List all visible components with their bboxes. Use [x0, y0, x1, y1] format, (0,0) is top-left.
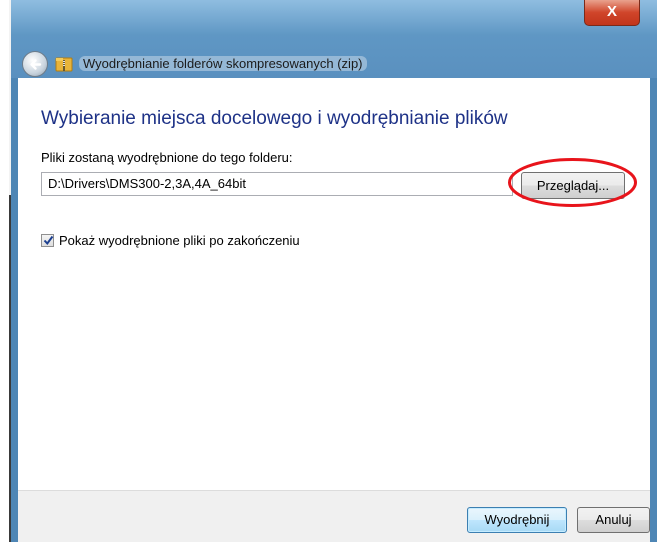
- checkmark-icon: [43, 235, 54, 246]
- back-arrow-icon: [30, 59, 42, 70]
- zip-folder-icon: [55, 57, 73, 72]
- close-button[interactable]: X: [584, 0, 640, 26]
- page-title: Wybieranie miejsca docelowego i wyodrębn…: [41, 108, 508, 129]
- title-bar: X Wyodrębnianie folderów skompresowanych…: [11, 0, 657, 78]
- show-files-label: Pokaż wyodrębnione pliki po zakończeniu: [59, 233, 300, 248]
- back-button[interactable]: [22, 51, 48, 77]
- show-files-checkbox[interactable]: [41, 234, 54, 247]
- extract-dialog: X Wyodrębnianie folderów skompresowanych…: [11, 0, 657, 542]
- browse-button[interactable]: Przeglądaj...: [521, 172, 625, 199]
- destination-path-field[interactable]: D:\Drivers\DMS300-2,3A,4A_64bit: [41, 172, 513, 196]
- dialog-footer: Wyodrębnij Anuluj: [18, 490, 650, 542]
- cancel-button[interactable]: Anuluj: [577, 507, 650, 533]
- main-panel: Wybieranie miejsca docelowego i wyodrębn…: [18, 78, 650, 490]
- window-title: Wyodrębnianie folderów skompresowanych (…: [79, 56, 367, 71]
- destination-label: Pliki zostaną wyodrębnione do tego folde…: [41, 150, 293, 165]
- extract-button[interactable]: Wyodrębnij: [467, 507, 567, 533]
- background-window-edge: [0, 0, 9, 542]
